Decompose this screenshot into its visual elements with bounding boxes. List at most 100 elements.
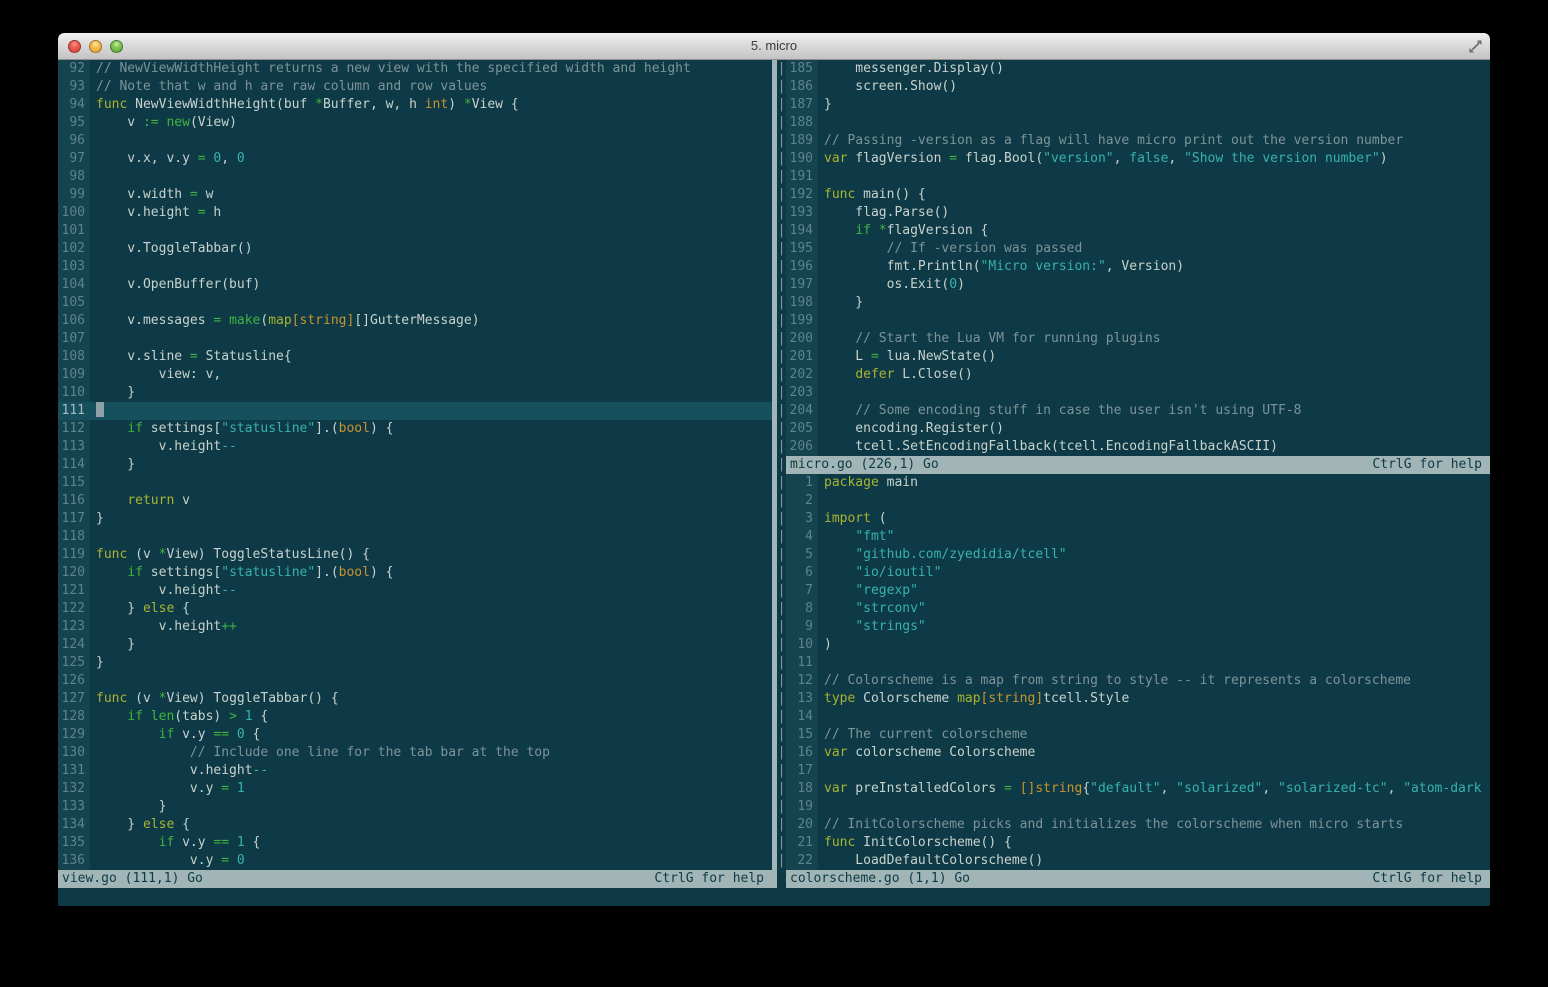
code-line[interactable]: 118 [58,528,772,546]
code-line[interactable]: 124 } [58,636,772,654]
code-line[interactable]: 126 [58,672,772,690]
code-line[interactable]: 132 v.y = 1 [58,780,772,798]
code-line[interactable]: 15 // The current colorscheme [786,726,1490,744]
split-divider[interactable]: | | | | | | | | | | | | | | | | | | | | | | | | | | | | | | | | | | | | | | | |… [772,60,786,888]
code-line[interactable]: 190 var flagVersion = flag.Bool("version"… [786,150,1490,168]
code-line[interactable]: 197 os.Exit(0) [786,276,1490,294]
code-line[interactable]: 112 if settings["statusline"].(bool) { [58,420,772,438]
code-line[interactable]: 7 "regexp" [786,582,1490,600]
code-line[interactable]: 16 var colorscheme Colorscheme [786,744,1490,762]
code-line[interactable]: 185 messenger.Display() [786,60,1490,78]
pane-colorscheme-go[interactable]: 1 package main 2 3 import (4 "fmt" 5 "github.… [786,474,1490,888]
code-line[interactable]: 22 LoadDefaultColorscheme() [786,852,1490,870]
code-line[interactable]: 201 L = lua.NewState() [786,348,1490,366]
code-line[interactable]: 134 } else { [58,816,772,834]
code-line[interactable]: 93 // Note that w and h are raw column an… [58,78,772,96]
code-line[interactable]: 116 return v [58,492,772,510]
line-number: 125 [58,654,90,672]
code-line[interactable]: 127 func (v *View) ToggleTabbar() { [58,690,772,708]
statusbar-file-info: colorscheme.go (1,1) Go [790,871,971,886]
code-line[interactable]: 21 func InitColorscheme() { [786,834,1490,852]
code-line[interactable]: 192 func main() { [786,186,1490,204]
code-line[interactable]: 104 v.OpenBuffer(buf) [58,276,772,294]
code-line[interactable]: 193 flag.Parse() [786,204,1490,222]
code-line[interactable]: 100 v.height = h [58,204,772,222]
code-line[interactable]: 117} [58,510,772,528]
code-line[interactable]: 199 [786,312,1490,330]
code-line[interactable]: 6 "io/ioutil" [786,564,1490,582]
code-line[interactable]: 206 tcell.SetEncodingFallback(tcell.Enco… [786,438,1490,456]
code-line[interactable]: 102 v.ToggleTabbar() [58,240,772,258]
code-line[interactable]: 96 [58,132,772,150]
code-line[interactable]: 202 defer L.Close() [786,366,1490,384]
code-line[interactable]: 121 v.height-- [58,582,772,600]
pane-view-go[interactable]: 92 // NewViewWidthHeight returns a new vi… [58,60,772,888]
code-line[interactable]: 1 package main [786,474,1490,492]
code-line[interactable]: 5 "github.com/zyedidia/tcell" [786,546,1490,564]
code-line[interactable]: 107 [58,330,772,348]
code-line[interactable]: 10) [786,636,1490,654]
code-line[interactable]: 8 "strconv" [786,600,1490,618]
code-line[interactable]: 191 [786,168,1490,186]
code-line[interactable]: 186 screen.Show() [786,78,1490,96]
code-line[interactable]: 128 if len(tabs) > 1 { [58,708,772,726]
code-line[interactable]: 94 func NewViewWidthHeight(buf *Buffer, w… [58,96,772,114]
code-line[interactable]: 98 [58,168,772,186]
code-line[interactable]: 133 } [58,798,772,816]
resize-icon[interactable] [1468,39,1483,54]
code-line[interactable]: 205 encoding.Register() [786,420,1490,438]
code-line[interactable]: 196 fmt.Println("Micro version:", Versio… [786,258,1490,276]
code-line[interactable]: 109 view: v, [58,366,772,384]
code-line[interactable]: 194 if *flagVersion { [786,222,1490,240]
code-line[interactable]: 125} [58,654,772,672]
line-number: 101 [58,222,90,240]
code-line[interactable]: 114 } [58,456,772,474]
code-line[interactable]: 187} [786,96,1490,114]
code-line[interactable]: 106 v.messages = make(map[string][]Gutte… [58,312,772,330]
code-line[interactable]: 204 // Some encoding stuff in case the u… [786,402,1490,420]
code-line[interactable]: 111 [58,402,772,420]
code-line[interactable]: 115 [58,474,772,492]
code-line[interactable]: 122 } else { [58,600,772,618]
code-line[interactable]: 200 // Start the Lua VM for running plug… [786,330,1490,348]
code-line[interactable]: 99 v.width = w [58,186,772,204]
code-line[interactable]: 2 [786,492,1490,510]
code-line[interactable]: 189 // Passing -version as a flag will ha… [786,132,1490,150]
code-line[interactable]: 110 } [58,384,772,402]
code-line[interactable]: 113 v.height-- [58,438,772,456]
code-line[interactable]: 13 type Colorscheme map[string]tcell.Styl… [786,690,1490,708]
code-line[interactable]: 97 v.x, v.y = 0, 0 [58,150,772,168]
code-line[interactable]: 195 // If -version was passed [786,240,1490,258]
code-line[interactable]: 14 [786,708,1490,726]
code-line[interactable]: 20 // InitColorscheme picks and initializ… [786,816,1490,834]
code-line[interactable]: 188 [786,114,1490,132]
code-line[interactable]: 101 [58,222,772,240]
code-line[interactable]: 108 v.sline = Statusline{ [58,348,772,366]
line-number: 109 [58,366,90,384]
code-line[interactable]: 103 [58,258,772,276]
code-line[interactable]: 136 v.y = 0 [58,852,772,870]
code-line[interactable]: 95 v := new(View) [58,114,772,132]
code-line[interactable]: 123 v.height++ [58,618,772,636]
code-line[interactable]: 198 } [786,294,1490,312]
code-line[interactable]: 131 v.height-- [58,762,772,780]
command-message-line[interactable] [58,888,1490,906]
window-titlebar[interactable]: 5. micro [58,33,1490,60]
pane-micro-go[interactable]: 185 messenger.Display() 186 screen.Show()… [786,60,1490,474]
code-line[interactable]: 92 // NewViewWidthHeight returns a new vi… [58,60,772,78]
code-line[interactable]: 12 // Colorscheme is a map from string to… [786,672,1490,690]
code-line[interactable]: 19 [786,798,1490,816]
code-line[interactable]: 17 [786,762,1490,780]
code-line[interactable]: 4 "fmt" [786,528,1490,546]
code-line[interactable]: 129 if v.y == 0 { [58,726,772,744]
code-line[interactable]: 18 var preInstalledColors = []string{"def… [786,780,1490,798]
code-line[interactable]: 119 func (v *View) ToggleStatusLine() { [58,546,772,564]
code-line[interactable]: 11 [786,654,1490,672]
code-line[interactable]: 120 if settings["statusline"].(bool) { [58,564,772,582]
code-line[interactable]: 9 "strings" [786,618,1490,636]
code-line[interactable]: 130 // Include one line for the tab bar … [58,744,772,762]
code-line[interactable]: 105 [58,294,772,312]
code-line[interactable]: 203 [786,384,1490,402]
code-line[interactable]: 135 if v.y == 1 { [58,834,772,852]
code-line[interactable]: 3 import ( [786,510,1490,528]
